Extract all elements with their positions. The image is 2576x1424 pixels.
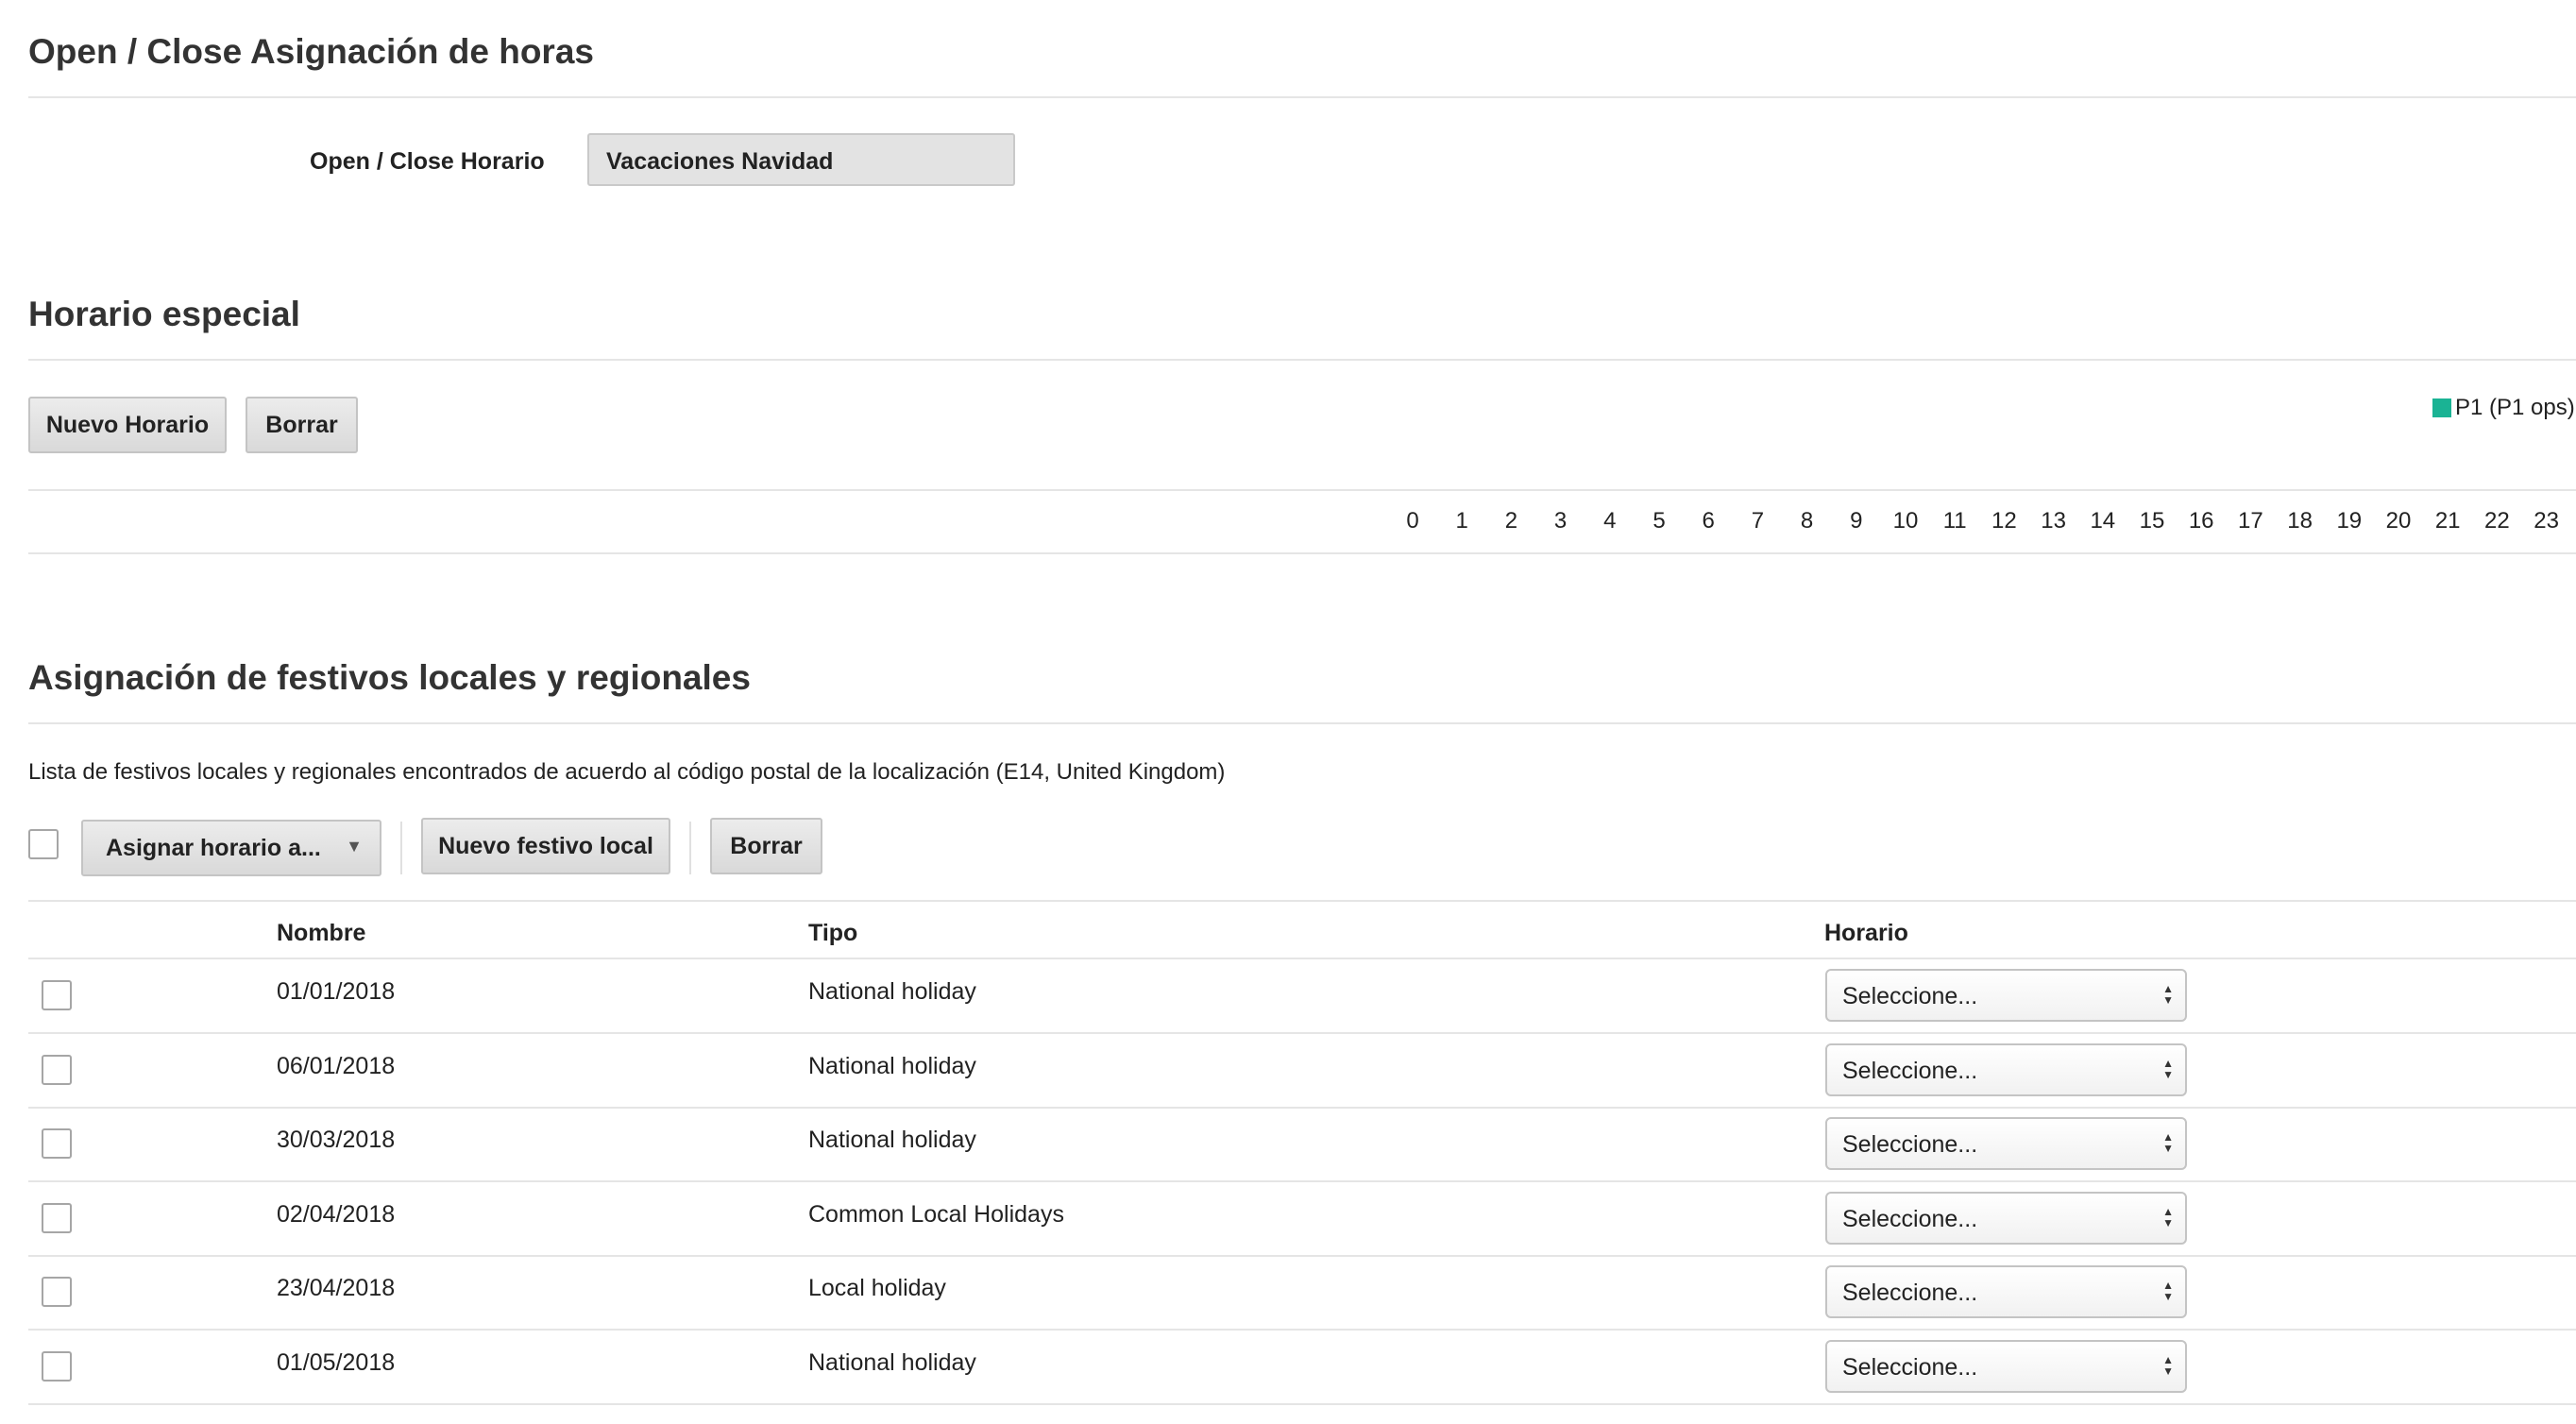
- divider: [28, 900, 2576, 902]
- horario-select-value: Seleccione...: [1842, 1131, 1978, 1158]
- horario-select[interactable]: Seleccione... ▲ ▼: [1825, 1117, 2187, 1170]
- hour-label: 0: [1406, 508, 1419, 534]
- horario-select-value: Seleccione...: [1842, 1280, 1978, 1306]
- legend-swatch: [2432, 398, 2451, 417]
- festivos-title: Asignación de festivos locales y regiona…: [28, 658, 751, 697]
- table-row: 30/03/2018 National holiday Seleccione... ▲…: [28, 1108, 2576, 1182]
- horario-select-value: Seleccione...: [1842, 1353, 1978, 1381]
- row-checkbox[interactable]: [42, 1128, 72, 1159]
- table-row: 01/01/2018 National holiday Seleccione... ▲…: [28, 959, 2576, 1034]
- cell-nombre: 30/03/2018: [277, 1127, 396, 1153]
- cell-tipo: National holiday: [808, 1052, 976, 1079]
- table-row: 01/05/2018 National holiday Seleccione... ▲…: [28, 1331, 2576, 1405]
- column-header-nombre[interactable]: Nombre: [277, 920, 365, 947]
- table-row: 23/04/2018 Local holiday Seleccione... ▲ ▼: [28, 1256, 2576, 1331]
- row-checkbox[interactable]: [42, 1350, 72, 1382]
- hour-label: 17: [2238, 508, 2263, 534]
- legend-label: P1 (P1 ops): [2455, 395, 2575, 420]
- row-checkbox[interactable]: [42, 1202, 72, 1233]
- divider: [28, 96, 2576, 98]
- row-checkbox[interactable]: [42, 1277, 72, 1307]
- hour-label: 20: [2385, 508, 2412, 534]
- horario-especial-title: Horario especial: [28, 295, 300, 333]
- row-checkbox[interactable]: [42, 980, 72, 1010]
- borrar-horario-button[interactable]: Borrar: [246, 397, 358, 453]
- select-updown-icon: ▲ ▼: [2162, 1204, 2174, 1229]
- open-close-label: Open / Close Horario: [310, 148, 545, 175]
- cell-tipo: Common Local Holidays: [808, 1200, 1064, 1228]
- hour-label: 13: [2041, 508, 2066, 534]
- select-all-checkbox[interactable]: [28, 829, 59, 859]
- hour-label: 19: [2336, 508, 2363, 534]
- asignar-horario-dropdown[interactable]: Asignar horario a... ▼: [81, 820, 381, 876]
- select-updown-icon: ▲ ▼: [2162, 1130, 2174, 1155]
- hour-label: 6: [1702, 508, 1715, 534]
- hour-label: 3: [1553, 508, 1568, 534]
- hour-label: 4: [1603, 508, 1617, 534]
- horario-select-value: Seleccione...: [1842, 983, 1978, 1009]
- horario-select[interactable]: Seleccione... ▲ ▼: [1825, 1265, 2187, 1318]
- toolbar-separator: [400, 822, 402, 874]
- toolbar-separator: [689, 822, 691, 874]
- cell-nombre: 01/05/2018: [277, 1348, 396, 1376]
- hour-label: 7: [1751, 508, 1765, 534]
- festivos-description: Lista de festivos locales y regionales e…: [28, 759, 1226, 785]
- divider: [28, 359, 2576, 361]
- hour-label: 14: [2090, 508, 2116, 534]
- hour-label: 2: [1504, 508, 1518, 534]
- horario-select-value: Seleccione...: [1842, 1057, 1978, 1084]
- divider: [28, 489, 2576, 491]
- hour-label: 22: [2484, 508, 2510, 534]
- open-close-title: Open / Close Asignación de horas: [28, 32, 594, 71]
- cell-tipo: National holiday: [808, 1127, 976, 1153]
- column-header-tipo[interactable]: Tipo: [808, 920, 857, 947]
- cell-nombre: 01/01/2018: [277, 978, 396, 1005]
- dropdown-arrow-icon: ▼: [346, 837, 363, 856]
- hour-label: 1: [1455, 508, 1468, 534]
- cell-tipo: Local holiday: [808, 1275, 946, 1301]
- table-row: 06/01/2018 National holiday Seleccione... ▲…: [28, 1034, 2576, 1109]
- hour-label: 21: [2434, 508, 2461, 534]
- hour-label: 9: [1850, 508, 1863, 534]
- nuevo-festivo-local-button[interactable]: Nuevo festivo local: [421, 818, 670, 874]
- select-updown-icon: ▲ ▼: [2162, 1352, 2174, 1378]
- select-updown-icon: ▲ ▼: [2162, 1056, 2174, 1081]
- legend: P1 (P1 ops): [2432, 395, 2576, 421]
- divider: [28, 552, 2576, 554]
- hour-label: 18: [2287, 508, 2313, 534]
- open-close-value-field[interactable]: Vacaciones Navidad: [587, 133, 1015, 186]
- cell-nombre: 23/04/2018: [277, 1275, 396, 1301]
- horario-select-value: Seleccione...: [1842, 1205, 1978, 1232]
- hour-label: 8: [1800, 508, 1814, 534]
- hour-label: 16: [2188, 508, 2214, 534]
- hour-label: 12: [1991, 508, 2017, 534]
- page: Open / Close Asignación de horas Open / …: [0, 0, 2576, 1424]
- cell-nombre: 06/01/2018: [277, 1052, 396, 1079]
- nuevo-horario-button[interactable]: Nuevo Horario: [28, 397, 227, 453]
- horario-select[interactable]: Seleccione... ▲ ▼: [1825, 1191, 2187, 1245]
- divider: [28, 722, 2576, 724]
- hour-label: 15: [2139, 508, 2165, 534]
- horario-select[interactable]: Seleccione... ▲ ▼: [1825, 1339, 2187, 1393]
- cell-tipo: National holiday: [808, 1348, 976, 1376]
- hour-label: 5: [1652, 508, 1666, 534]
- select-updown-icon: ▲ ▼: [2162, 982, 2174, 1007]
- asignar-horario-label: Asignar horario a...: [106, 834, 321, 861]
- horario-select[interactable]: Seleccione... ▲ ▼: [1825, 1043, 2187, 1096]
- row-checkbox[interactable]: [42, 1054, 72, 1085]
- cell-nombre: 02/04/2018: [277, 1200, 396, 1228]
- column-header-horario[interactable]: Horario: [1824, 920, 1908, 947]
- horario-select[interactable]: Seleccione... ▲ ▼: [1825, 969, 2187, 1022]
- hour-label: 23: [2534, 508, 2559, 534]
- hours-ruler: 0 1 2 3 4 5 6 7 8 9 10 11 12 13 14 15 16 17 18 19 20 21 22 23: [1388, 508, 2568, 536]
- select-updown-icon: ▲ ▼: [2162, 1279, 2174, 1303]
- table-row: 02/04/2018 Common Local Holidays Seleccion…: [28, 1182, 2576, 1257]
- cell-tipo: National holiday: [808, 978, 976, 1005]
- hour-label: 10: [1892, 508, 1919, 534]
- hour-label: 11: [1942, 508, 1967, 534]
- borrar-festivo-button[interactable]: Borrar: [710, 818, 822, 874]
